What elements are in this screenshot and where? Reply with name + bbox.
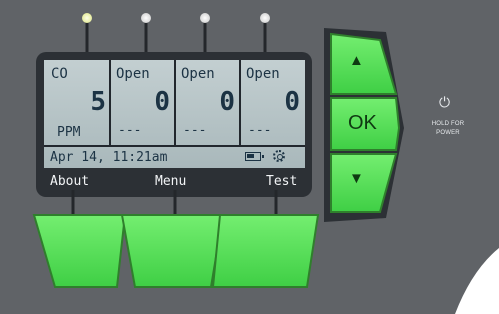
- softkey-label-test: Test: [266, 174, 298, 189]
- power-button[interactable]: ⏻ HOLD FOR POWER: [418, 96, 478, 152]
- channel-2-unit: ---: [118, 123, 142, 138]
- softkey-label-about: About: [50, 174, 90, 189]
- nav-up-button[interactable]: ▲: [331, 36, 395, 94]
- softkey-label-menu: Menu: [155, 174, 187, 189]
- power-hold-label: HOLD FOR: [431, 121, 465, 127]
- softkey-button-about[interactable]: [36, 215, 122, 287]
- channel-2-value: 0: [154, 87, 170, 117]
- channel-3-unit: ---: [183, 123, 207, 138]
- channel-4-unit: ---: [248, 123, 272, 138]
- channel-2-label: Open: [116, 66, 150, 82]
- channel-1-value: 5: [90, 87, 106, 117]
- up-arrow-icon: ▲: [349, 52, 364, 69]
- device-panel: CO Open Open Open 5 0 0 0 PPM --- --- --…: [0, 0, 499, 314]
- led-2: [141, 13, 151, 23]
- channel-4-value: 0: [284, 87, 300, 117]
- channel-4-label: Open: [246, 66, 280, 82]
- status-datetime: Apr 14, 11:21am: [50, 150, 168, 165]
- led-3: [200, 13, 210, 23]
- led-1: [82, 13, 92, 23]
- power-icon: ⏻: [439, 95, 451, 111]
- nav-down-button[interactable]: ▼: [331, 154, 395, 212]
- gear-icon: [273, 150, 285, 162]
- nav-ok-button[interactable]: OK: [331, 98, 397, 150]
- channel-3-label: Open: [181, 66, 215, 82]
- ok-label: OK: [348, 112, 377, 134]
- softkey-button-menu[interactable]: [125, 215, 221, 287]
- power-hold-label-2: POWER: [436, 130, 460, 136]
- channel-1-unit: PPM: [57, 125, 81, 140]
- channel-1-label: CO: [51, 66, 68, 82]
- led-4: [260, 13, 270, 23]
- channel-3-value: 0: [219, 87, 235, 117]
- softkey-button-test[interactable]: [221, 215, 316, 287]
- battery-icon: [245, 152, 264, 161]
- down-arrow-icon: ▼: [349, 170, 364, 187]
